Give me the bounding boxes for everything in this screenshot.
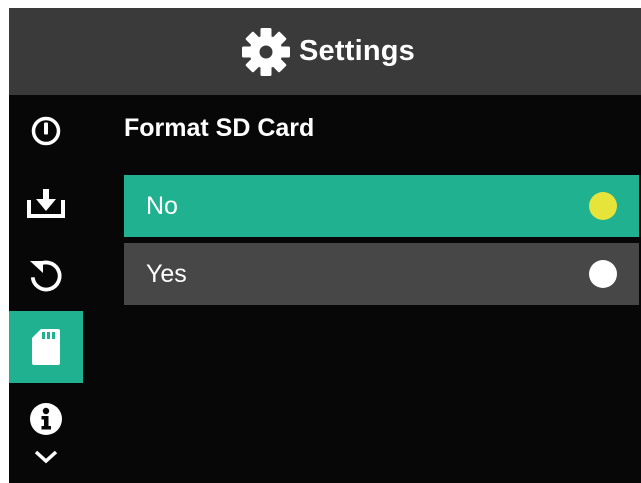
header-bar: Settings <box>9 8 641 95</box>
chevron-down-icon <box>34 450 58 464</box>
download-icon <box>27 189 65 218</box>
sidebar-item-power[interactable] <box>9 95 83 167</box>
sidebar-item-sd-card[interactable] <box>9 311 83 383</box>
sidebar-item-download[interactable] <box>9 167 83 239</box>
settings-screen: Settings Format SD Card No Yes <box>9 8 641 483</box>
sd-card-icon <box>32 329 60 365</box>
info-icon <box>30 403 62 435</box>
sidebar-item-more[interactable] <box>9 441 83 483</box>
page-title: Settings <box>299 35 415 67</box>
option-label: Yes <box>146 259 187 288</box>
reset-icon <box>30 260 62 292</box>
gear-icon <box>242 27 290 76</box>
option-yes[interactable]: Yes <box>124 243 639 305</box>
section-title: Format SD Card <box>124 114 315 142</box>
option-no[interactable]: No <box>124 175 639 237</box>
unselected-indicator-dot <box>589 260 617 288</box>
power-icon <box>31 116 61 146</box>
option-label: No <box>146 191 178 220</box>
header-title-group: Settings <box>241 27 415 77</box>
selected-indicator-dot <box>589 192 617 220</box>
sidebar <box>9 95 83 483</box>
sidebar-item-reset[interactable] <box>9 239 83 311</box>
